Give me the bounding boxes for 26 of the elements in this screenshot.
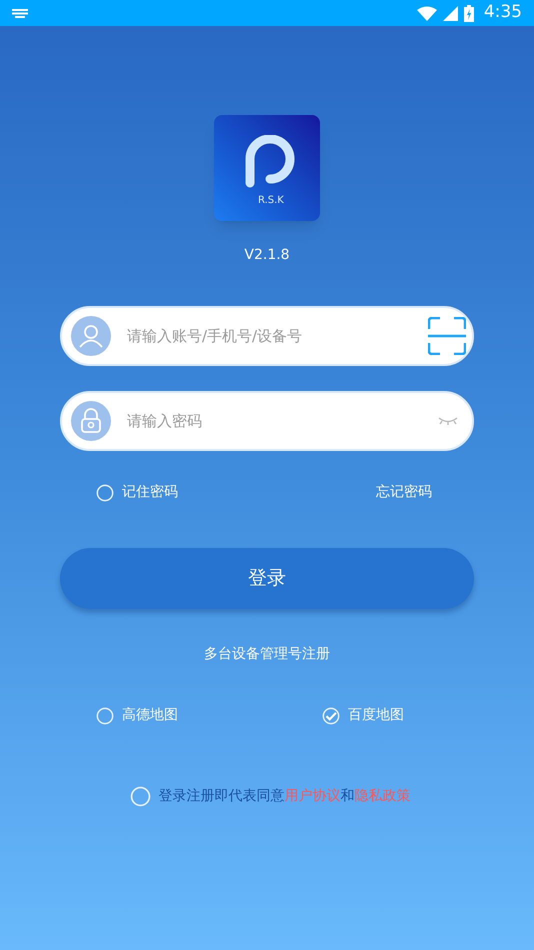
- login-button[interactable]: 登录: [60, 548, 474, 609]
- status-time: 4:35: [484, 1, 522, 24]
- scan-icon[interactable]: [428, 317, 466, 355]
- battery-icon: [464, 4, 474, 22]
- password-field[interactable]: 请输入密码: [60, 391, 474, 451]
- map-radio[interactable]: [322, 706, 340, 724]
- lock-icon: [71, 401, 111, 441]
- map-option-label[interactable]: 高德地图: [122, 705, 178, 726]
- wifi-icon: [416, 6, 437, 20]
- remember-label[interactable]: 记住密码: [122, 482, 178, 503]
- account-field[interactable]: 请输入账号/手机号/设备号: [60, 306, 474, 366]
- register-link[interactable]: 多台设备管理号注册: [204, 644, 330, 665]
- password-input[interactable]: 请输入密码: [127, 410, 438, 432]
- agreement-checkbox[interactable]: [130, 786, 150, 807]
- map-option-label[interactable]: 百度地图: [348, 705, 404, 726]
- keyboard-icon: [12, 8, 28, 18]
- map-radio[interactable]: [96, 706, 114, 724]
- closed-eye-icon[interactable]: [438, 416, 458, 426]
- signal-icon: [442, 6, 458, 20]
- forgot-password-link[interactable]: 忘记密码: [376, 482, 432, 503]
- remember-checkbox[interactable]: [96, 484, 114, 502]
- version-text: V2.1.8: [244, 246, 290, 265]
- user-avatar-icon: [71, 316, 111, 356]
- agreement-text: 登录注册即代表同意用户协议和隐私政策: [158, 787, 410, 806]
- logo-text: R.S.K: [258, 194, 284, 208]
- account-input[interactable]: 请输入账号/手机号/设备号: [127, 324, 428, 348]
